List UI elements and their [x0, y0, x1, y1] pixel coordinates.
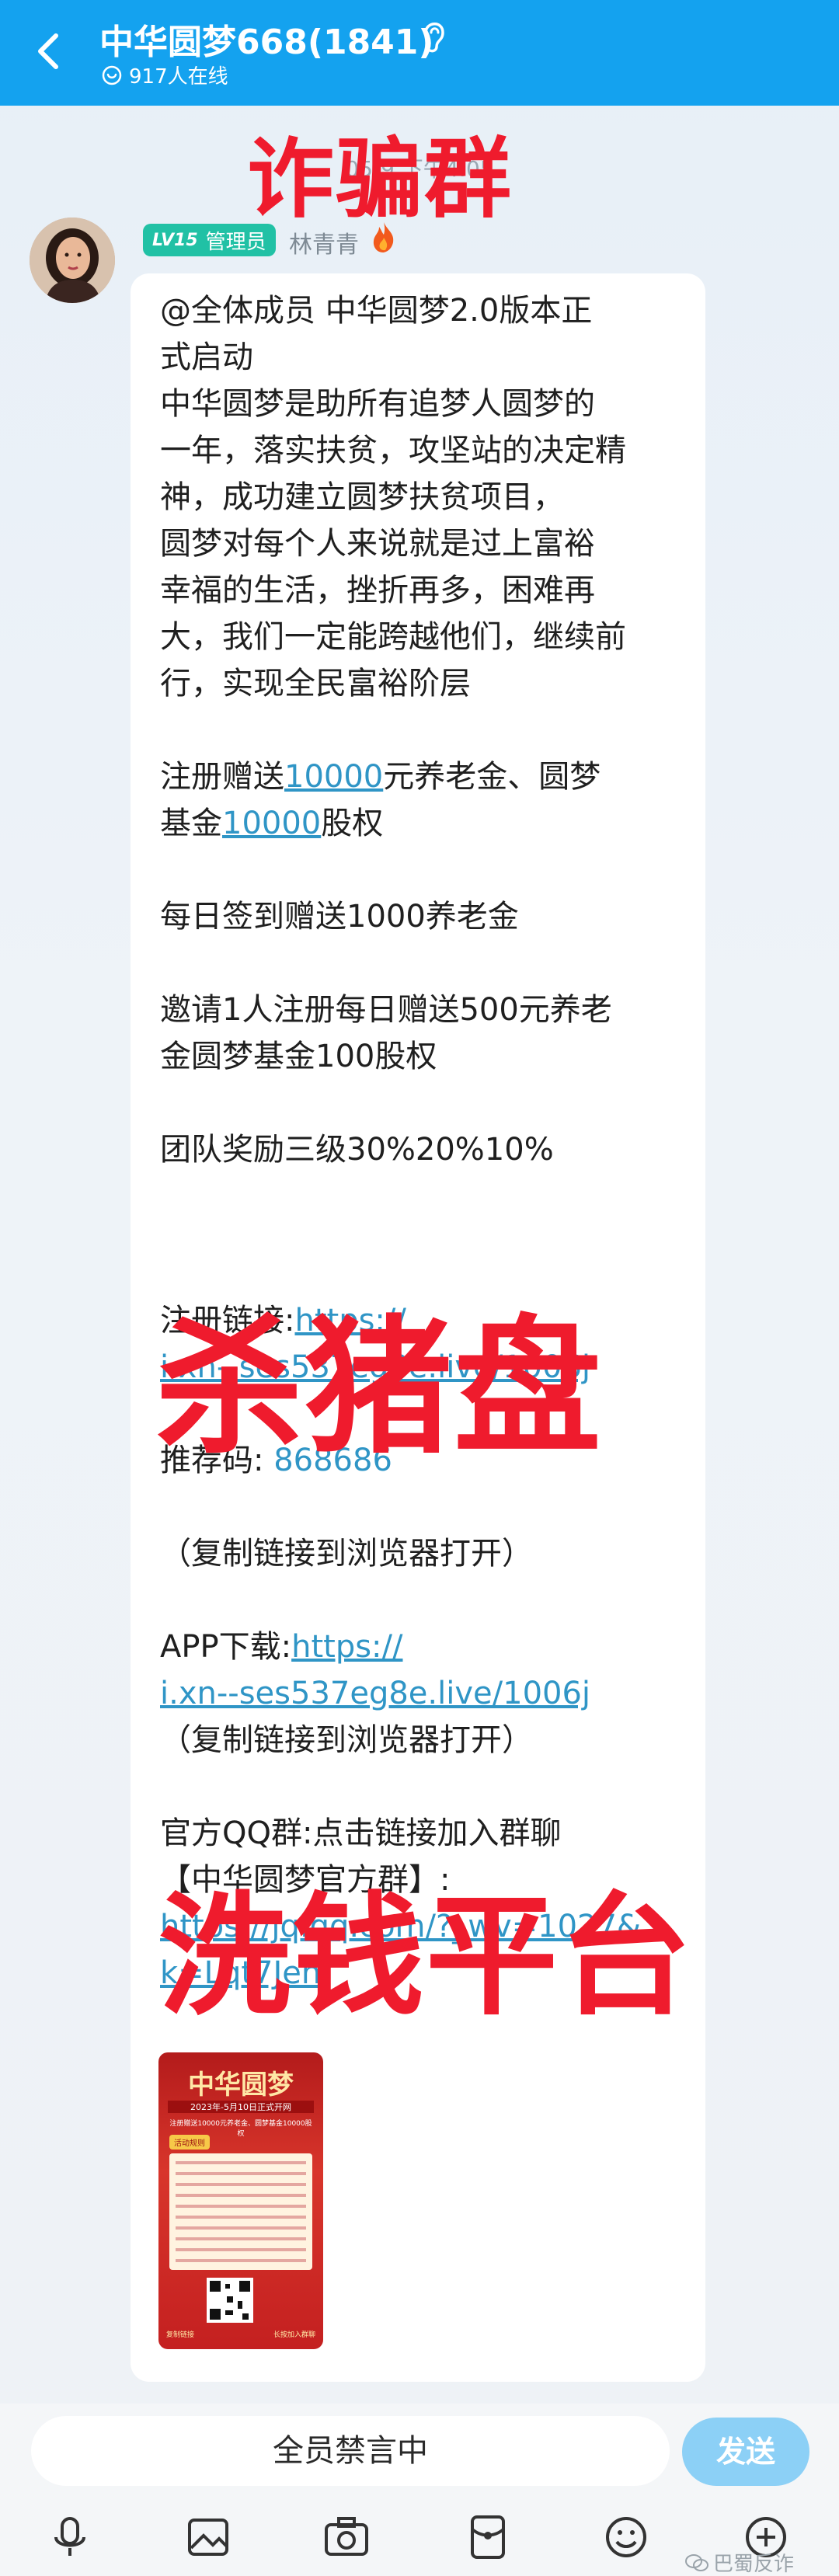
scam-stamp-top: 诈骗群: [247, 129, 513, 230]
poster-section: 活动规则: [169, 2135, 210, 2150]
image-icon[interactable]: [183, 2512, 233, 2562]
message-line: 神，成功建立圆梦扶贫项目，: [160, 479, 564, 515]
copy-hint: （复制链接到浏览器打开）: [160, 1536, 533, 1572]
qr-code-icon: [207, 2278, 253, 2323]
online-icon: [102, 65, 122, 85]
message-line: 幸福的生活，挫折再多，困难再: [160, 573, 595, 608]
watermark: 巴蜀反诈: [685, 2548, 794, 2576]
message-line: 式启动: [160, 339, 253, 375]
camera-icon[interactable]: [322, 2512, 371, 2562]
red-packet-icon[interactable]: [463, 2512, 513, 2562]
fund-bonus-line: 基金10000股权: [160, 800, 383, 847]
poster-title: 中华圆梦: [188, 2070, 294, 2101]
online-text: 917人在线: [129, 65, 228, 89]
back-arrow-icon[interactable]: [26, 28, 73, 75]
poster-image[interactable]: 中华圆梦 2023年-5月10日正式开网 注册赠送10000元养老金、圆梦基金1…: [158, 2052, 323, 2349]
message-line: @全体成员 中华圆梦2.0版本正: [160, 293, 593, 329]
amount-link[interactable]: 10000: [284, 759, 383, 795]
chat-screen: 中华圆梦668(1841) 917人在线 05-9 下午4:05 LV15 管理…: [0, 0, 839, 2576]
app-download-link[interactable]: i.xn--ses537eg8e.live/1006j: [160, 1670, 590, 1717]
poster-rules: [169, 2153, 312, 2270]
poster-footer-right: 长按加入群聊: [273, 2331, 315, 2339]
watermark-text: 巴蜀反诈: [713, 2553, 795, 2576]
microphone-icon[interactable]: [45, 2512, 95, 2562]
level-label: LV15: [152, 230, 198, 250]
message-line: 一年，落实扶贫，攻坚站的决定精: [160, 433, 626, 468]
online-count[interactable]: 917人在线: [101, 61, 228, 89]
poster-footer: 复制链接 长按加入群聊: [166, 2329, 315, 2339]
fund-bonus-prefix: 基金: [160, 806, 222, 841]
invite-line: 金圆梦基金100股权: [160, 1039, 437, 1074]
message-line: 圆梦对每个人来说就是过上富裕: [160, 526, 595, 562]
message-line: 大，我们一定能跨越他们，继续前: [160, 619, 626, 655]
scam-stamp-bottom: 洗钱平台: [158, 1880, 694, 2034]
register-bonus-prefix: 注册赠送: [160, 759, 284, 795]
amount-link[interactable]: 10000: [222, 806, 321, 841]
app-download-label: APP下载:: [160, 1629, 292, 1665]
poster-footer-left: 复制链接: [166, 2331, 195, 2339]
send-button[interactable]: 发送: [682, 2418, 809, 2486]
message-line: 中华圆梦是助所有追梦人圆梦的: [160, 386, 595, 422]
invite-line: 邀请1人注册每日赠送500元养老: [160, 992, 612, 1028]
app-download-link[interactable]: https://: [291, 1629, 402, 1665]
daily-bonus-line: 每日签到赠送1000养老金: [160, 899, 519, 935]
group-title[interactable]: 中华圆梦668(1841): [99, 14, 434, 64]
register-bonus-suffix: 元养老金、圆梦: [383, 759, 601, 795]
team-bonus-line: 团队奖励三级30%20%10%: [160, 1132, 554, 1168]
avatar-image: [30, 218, 115, 303]
poster-date: 2023年-5月10日正式开网: [168, 2101, 314, 2113]
fund-bonus-suffix: 股权: [321, 806, 384, 841]
scam-stamp-middle: 杀猪盘: [155, 1302, 604, 1474]
muted-input[interactable]: 全员禁言中: [31, 2416, 670, 2486]
emoji-icon[interactable]: [601, 2512, 651, 2562]
message-line: 行，实现全民富裕阶层: [160, 666, 471, 701]
header-bar: 中华圆梦668(1841) 917人在线: [0, 0, 839, 106]
copy-hint: （复制链接到浏览器打开）: [160, 1722, 533, 1758]
ear-icon[interactable]: [418, 17, 449, 54]
register-bonus-line: 注册赠送10000元养老金、圆梦: [160, 754, 601, 800]
avatar[interactable]: [30, 218, 115, 303]
app-link-line: APP下载:https://: [160, 1624, 402, 1670]
wechat-icon: [685, 2553, 708, 2571]
